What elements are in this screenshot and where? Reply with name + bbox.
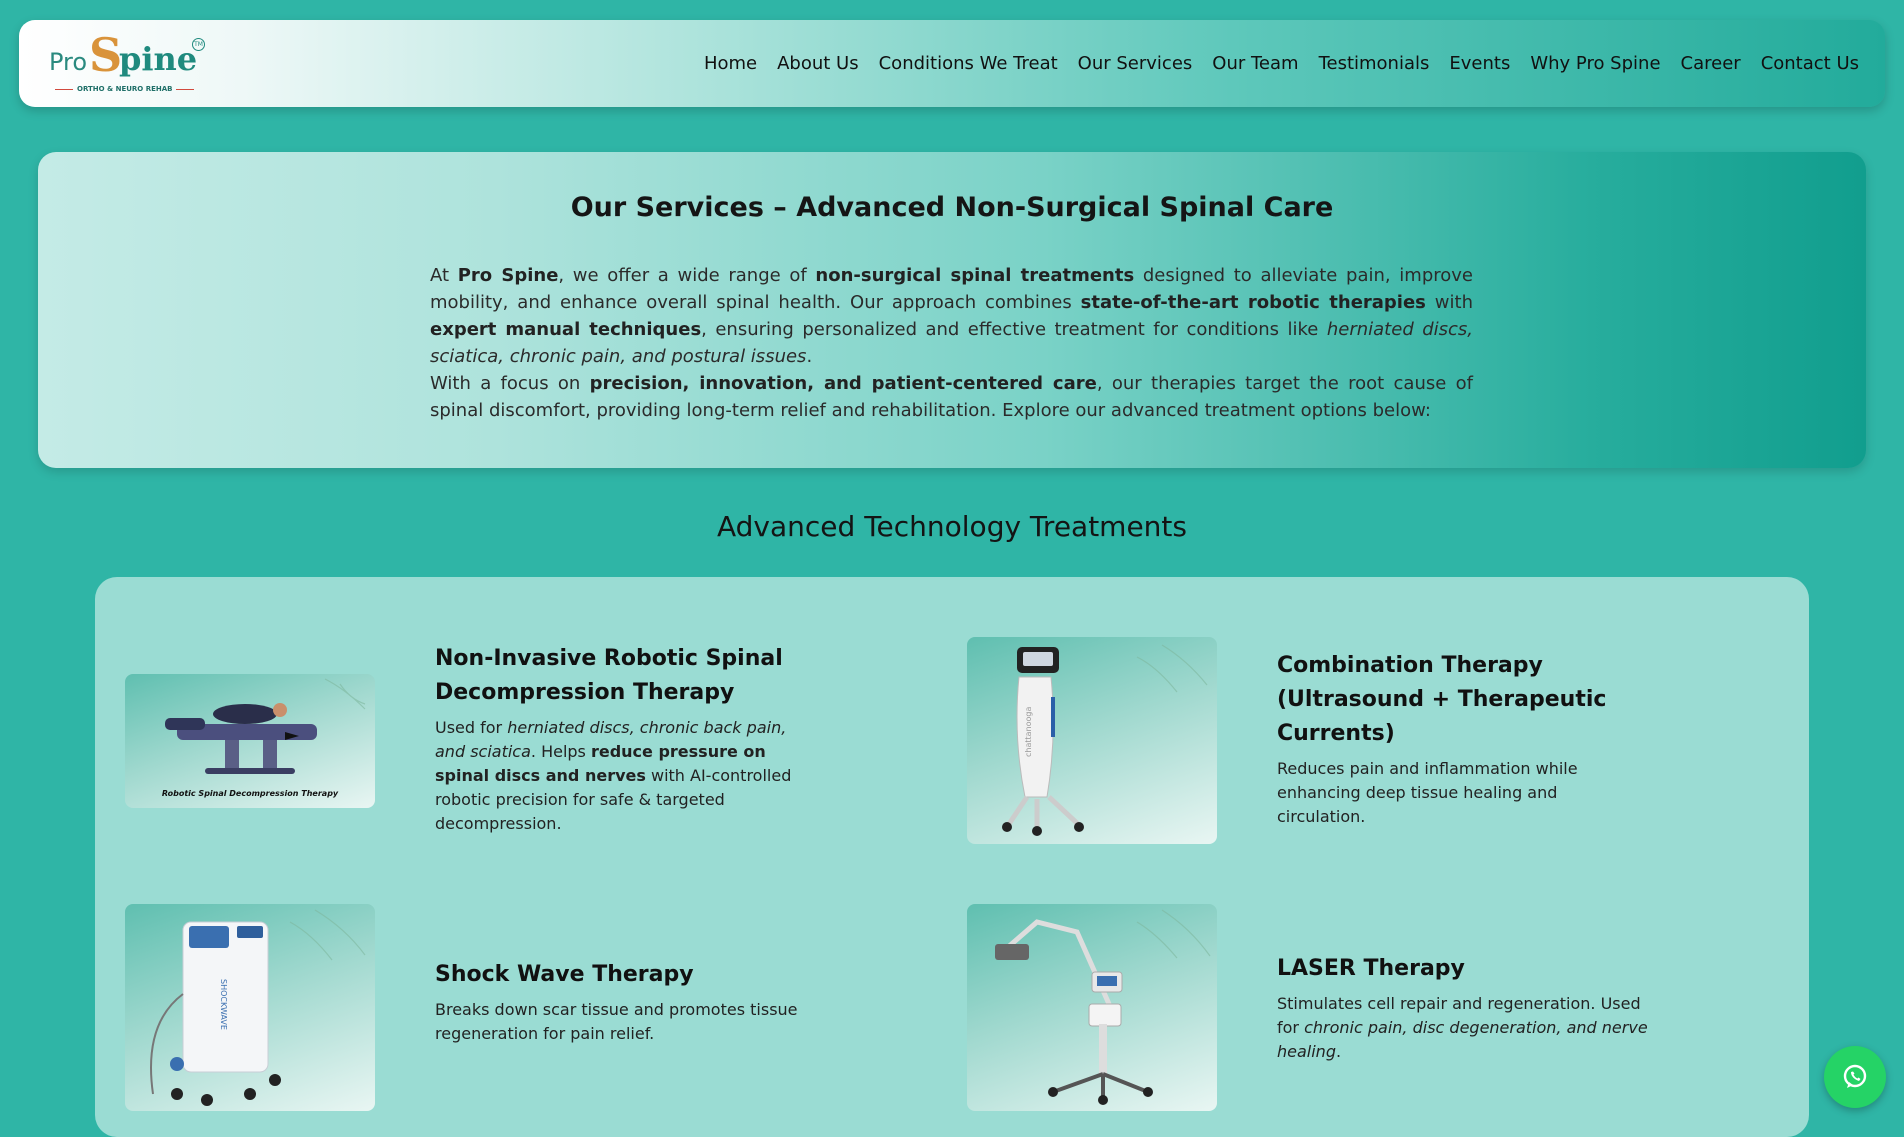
decompression-table-illustration: Robotic Spinal Decompression Therapy xyxy=(162,678,366,798)
intro-bold-text: precision, innovation, and patient-cente… xyxy=(589,373,1097,394)
nav-why-pro-spine[interactable]: Why Pro Spine xyxy=(1530,53,1660,74)
pro-spine-logo[interactable]: Pro S pine TM ORTHO & NEURO REHAB xyxy=(49,30,209,100)
intro-text: At xyxy=(430,265,458,286)
intro-text: with xyxy=(1425,292,1473,313)
service-card-combination-therapy: Combination Therapy (Ultrasound + Therap… xyxy=(1277,649,1637,829)
services-intro-card: Our Services – Advanced Non-Surgical Spi… xyxy=(38,152,1866,468)
desc-text: Breaks down scar tissue and promotes tis… xyxy=(435,1000,798,1043)
intro-paragraph-2: With a focus on precision, innovation, a… xyxy=(430,370,1473,424)
logo-pro-text: Pro xyxy=(49,48,88,76)
image-caption: Robotic Spinal Decompression Therapy xyxy=(162,789,339,798)
intro-text: . xyxy=(806,346,813,367)
section-heading: Advanced Technology Treatments xyxy=(716,510,1187,543)
nav-about-us[interactable]: About Us xyxy=(777,53,859,74)
intro-bold-text: Pro Spine xyxy=(457,265,559,286)
nav-home[interactable]: Home xyxy=(704,53,757,74)
page-title: Our Services – Advanced Non-Surgical Spi… xyxy=(570,192,1334,223)
service-card-shock-wave: Shock Wave Therapy Breaks down scar tiss… xyxy=(435,958,815,1046)
robotic-decompression-image: Robotic Spinal Decompression Therapy xyxy=(125,674,375,808)
ultrasound-device-illustration: chattanooga xyxy=(1002,644,1208,836)
desc-text: . xyxy=(1335,1042,1342,1061)
shock-wave-therapy-image: SHOCKWAVE xyxy=(125,904,375,1111)
desc-italic-text: chronic pain, disc degeneration, and ner… xyxy=(1277,1018,1648,1061)
intro-text: With a focus on xyxy=(430,373,590,394)
service-description: Used for herniated discs, chronic back p… xyxy=(435,716,815,836)
intro-bold-text: state-of-the-art robotic therapies xyxy=(1080,292,1426,313)
desc-text: Reduces pain and inflammation while enha… xyxy=(1277,759,1578,826)
laser-device-illustration xyxy=(995,909,1211,1105)
nav-testimonials[interactable]: Testimonials xyxy=(1319,53,1430,74)
logo-s-text: S xyxy=(89,28,123,82)
combination-therapy-image: chattanooga xyxy=(967,637,1217,844)
logo-tagline: ORTHO & NEURO REHAB xyxy=(51,85,179,93)
image-caption: chattanooga xyxy=(1024,707,1033,757)
service-title: Shock Wave Therapy xyxy=(435,962,694,987)
laser-therapy-image xyxy=(967,904,1217,1111)
nav-conditions-we-treat[interactable]: Conditions We Treat xyxy=(879,53,1058,74)
nav-events[interactable]: Events xyxy=(1449,53,1510,74)
service-description: Reduces pain and inflammation while enha… xyxy=(1277,757,1637,829)
service-description: Breaks down scar tissue and promotes tis… xyxy=(435,998,815,1046)
whatsapp-icon xyxy=(1843,1064,1867,1088)
logo-trademark: TM xyxy=(192,38,205,51)
image-caption: SHOCKWAVE xyxy=(219,979,228,1030)
whatsapp-chat-button[interactable] xyxy=(1824,1046,1886,1108)
nav-contact-us[interactable]: Contact Us xyxy=(1761,53,1859,74)
service-title: Non-Invasive Robotic Spinal Decompressio… xyxy=(435,646,783,705)
desc-text: Used for xyxy=(435,718,508,737)
shockwave-device-illustration: SHOCKWAVE xyxy=(150,909,366,1106)
service-card-laser-therapy: LASER Therapy Stimulates cell repair and… xyxy=(1277,952,1657,1064)
nav-career[interactable]: Career xyxy=(1681,53,1741,74)
services-panel: Robotic Spinal Decompression Therapy Non… xyxy=(95,577,1809,1137)
nav-our-team[interactable]: Our Team xyxy=(1212,53,1298,74)
site-header: Pro S pine TM ORTHO & NEURO REHAB Home A… xyxy=(19,20,1885,107)
intro-text: , ensuring personalized and effective tr… xyxy=(701,319,1327,340)
intro-bold-text: non-surgical spinal treatments xyxy=(815,265,1135,286)
service-title: LASER Therapy xyxy=(1277,956,1465,981)
service-card-robotic-decompression: Non-Invasive Robotic Spinal Decompressio… xyxy=(435,642,815,836)
desc-text: . Helps xyxy=(530,742,591,761)
logo-pine-text: pine xyxy=(119,40,198,78)
nav-our-services[interactable]: Our Services xyxy=(1078,53,1193,74)
intro-paragraph-1: At Pro Spine, we offer a wide range of n… xyxy=(430,262,1473,370)
main-nav: Home About Us Conditions We Treat Our Se… xyxy=(704,20,1859,107)
intro-bold-text: expert manual techniques xyxy=(430,319,702,340)
intro-body: At Pro Spine, we offer a wide range of n… xyxy=(430,262,1473,424)
service-title: Combination Therapy (Ultrasound + Therap… xyxy=(1277,653,1607,746)
service-description: Stimulates cell repair and regeneration.… xyxy=(1277,992,1657,1064)
intro-text: , we offer a wide range of xyxy=(558,265,816,286)
